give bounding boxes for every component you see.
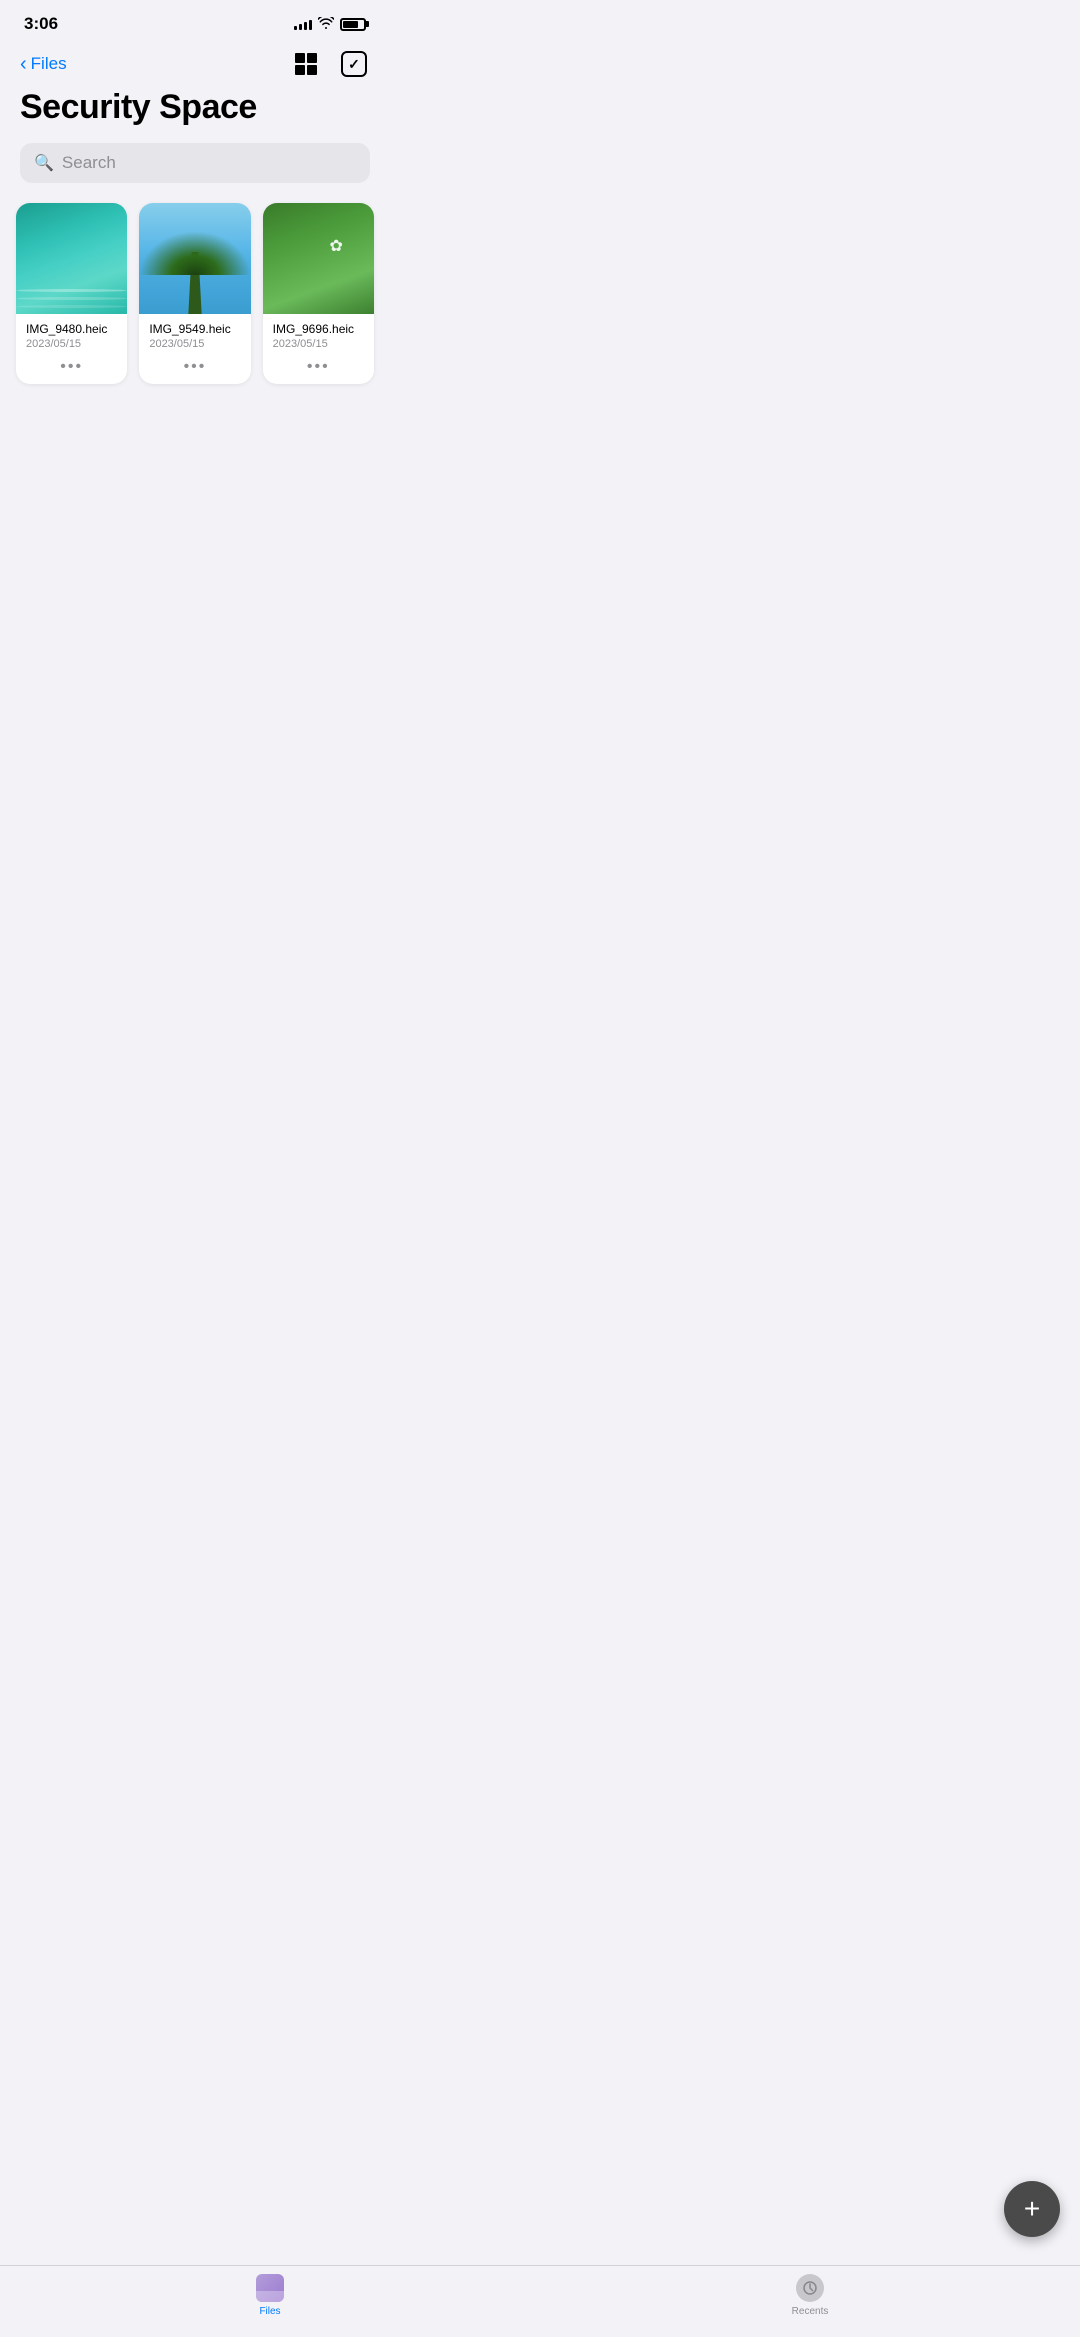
tab-recents[interactable]: Recents	[540, 2274, 1080, 2317]
file-name: IMG_9480.heic	[26, 322, 117, 336]
file-thumbnail	[139, 203, 250, 314]
file-more-button[interactable]: •••	[139, 354, 250, 384]
tab-recents-label: Recents	[792, 2306, 829, 2317]
search-placeholder: Search	[62, 153, 116, 173]
tab-bar: Files Recents	[0, 2265, 1080, 2337]
add-file-button[interactable]: +	[1004, 2181, 1060, 2237]
nav-bar: ‹ Files ✓	[0, 40, 390, 84]
file-card[interactable]: IMG_9549.heic 2023/05/15 •••	[139, 203, 250, 384]
files-tab-icon	[256, 2274, 284, 2302]
files-grid: IMG_9480.heic 2023/05/15 ••• IMG_9549.he…	[0, 203, 390, 384]
file-thumbnail	[263, 203, 374, 314]
thumbnail-image	[263, 203, 374, 314]
grid-icon	[295, 53, 317, 75]
search-icon: 🔍	[34, 153, 54, 173]
tab-files[interactable]: Files	[0, 2274, 540, 2317]
file-info: IMG_9696.heic 2023/05/15	[263, 314, 374, 354]
battery-icon	[340, 18, 366, 31]
file-date: 2023/05/15	[273, 338, 364, 350]
status-icons	[294, 16, 366, 32]
plus-icon: +	[1024, 2195, 1040, 2223]
recents-tab-icon	[796, 2274, 824, 2302]
search-bar-container: 🔍 Search	[0, 143, 390, 203]
checkbox-icon: ✓	[341, 51, 367, 77]
thumbnail-image	[16, 203, 127, 314]
back-chevron-icon: ‹	[20, 54, 27, 74]
search-bar[interactable]: 🔍 Search	[20, 143, 370, 183]
signal-icon	[294, 18, 312, 30]
file-card[interactable]: IMG_9696.heic 2023/05/15 •••	[263, 203, 374, 384]
tab-files-label: Files	[259, 2306, 280, 2317]
status-bar: 3:06	[0, 0, 390, 40]
file-more-button[interactable]: •••	[263, 354, 374, 384]
file-name: IMG_9696.heic	[273, 322, 364, 336]
file-more-button[interactable]: •••	[16, 354, 127, 384]
back-label: Files	[31, 54, 67, 74]
file-date: 2023/05/15	[26, 338, 117, 350]
wifi-icon	[318, 16, 334, 32]
back-button[interactable]: ‹ Files	[20, 54, 67, 74]
nav-actions: ✓	[290, 48, 370, 80]
select-button[interactable]: ✓	[338, 48, 370, 80]
file-thumbnail	[16, 203, 127, 314]
file-card[interactable]: IMG_9480.heic 2023/05/15 •••	[16, 203, 127, 384]
file-date: 2023/05/15	[149, 338, 240, 350]
status-time: 3:06	[24, 14, 58, 34]
file-info: IMG_9549.heic 2023/05/15	[139, 314, 250, 354]
file-info: IMG_9480.heic 2023/05/15	[16, 314, 127, 354]
file-name: IMG_9549.heic	[149, 322, 240, 336]
thumbnail-image	[139, 203, 250, 314]
grid-view-button[interactable]	[290, 48, 322, 80]
page-title: Security Space	[0, 84, 390, 143]
